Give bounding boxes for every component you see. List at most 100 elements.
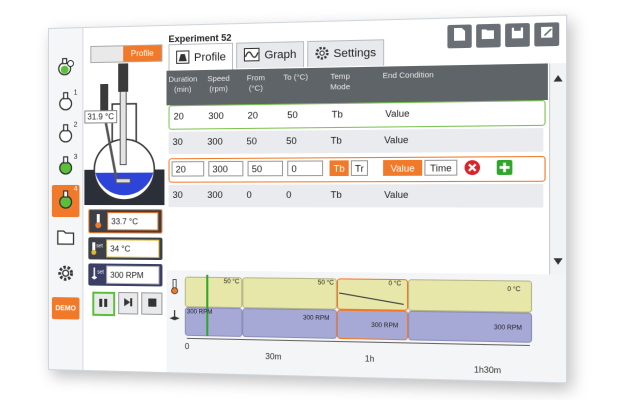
col-to: To (°C) bbox=[282, 72, 309, 83]
cell-temp-mode: Tb bbox=[332, 109, 343, 120]
profile-toggle[interactable]: Profile bbox=[90, 44, 162, 63]
add-step-button[interactable] bbox=[496, 159, 513, 180]
gear-icon bbox=[56, 263, 76, 288]
table-row[interactable]: 20 300 20 50 Tb Value bbox=[169, 100, 546, 130]
flasks-icon bbox=[56, 56, 76, 81]
profile-toggle-label: Profile bbox=[123, 45, 161, 61]
thermometer-set-icon: set bbox=[88, 237, 106, 259]
reactor-number: 4 bbox=[74, 186, 78, 193]
sidebar-item-reactor-2[interactable]: 2 bbox=[52, 121, 80, 149]
sidebar-item-reactor-3[interactable]: 3 bbox=[52, 153, 80, 181]
graph-wave-icon bbox=[244, 47, 261, 65]
cell-speed: 300 bbox=[208, 111, 223, 121]
stop-button[interactable] bbox=[142, 292, 163, 315]
sidebar-item-reactor-1[interactable]: 1 bbox=[52, 88, 80, 116]
cell-from: 0 bbox=[247, 190, 252, 200]
time-tick: 1h30m bbox=[474, 365, 501, 375]
duration-input[interactable]: 20 bbox=[172, 161, 205, 176]
sidebar-item-reactor-4[interactable]: 4 bbox=[52, 185, 80, 217]
reactor-panel: Profile 31.9 °C 33.7 °C set 34 °C set 30… bbox=[84, 26, 164, 372]
flask-filled-icon bbox=[57, 188, 75, 213]
sidebar-item-all-reactors[interactable] bbox=[52, 54, 80, 83]
to-input[interactable]: 0 bbox=[287, 160, 323, 176]
reactor-number: 1 bbox=[74, 90, 78, 97]
new-file-icon bbox=[453, 26, 466, 46]
temperature-reading: 33.7 °C bbox=[88, 209, 162, 234]
thermometer-icon bbox=[89, 210, 107, 232]
speed-segment-label: 300 RPM bbox=[303, 315, 330, 322]
cell-from: 50 bbox=[247, 136, 257, 146]
end-time-button[interactable]: Time bbox=[424, 160, 457, 176]
time-tick: 1h bbox=[365, 354, 375, 364]
cell-end-condition: Value bbox=[385, 108, 409, 119]
skip-step-button[interactable] bbox=[118, 292, 139, 315]
scroll-down-icon[interactable] bbox=[554, 251, 563, 270]
run-controls bbox=[92, 292, 162, 315]
speed-segment-label: 300 RPM bbox=[371, 323, 398, 330]
pause-button[interactable] bbox=[92, 292, 115, 317]
speed-input[interactable]: 300 bbox=[208, 161, 243, 177]
tab-bar: Profile Graph Settings bbox=[169, 39, 384, 70]
tab-settings[interactable]: Settings bbox=[307, 39, 384, 67]
set-speed-reading[interactable]: set 300 RPM bbox=[88, 263, 162, 286]
demo-badge[interactable]: DEMO bbox=[52, 297, 80, 320]
flask-icon bbox=[57, 90, 75, 115]
set-speed-value: 300 RPM bbox=[106, 266, 159, 285]
tab-graph-label: Graph bbox=[264, 49, 296, 62]
temp-segment-label: 50 °C bbox=[224, 279, 240, 285]
table-row[interactable]: 30 300 50 50 Tb Value bbox=[169, 128, 544, 154]
table-row[interactable]: 30 300 0 0 Tb Value bbox=[169, 184, 544, 208]
reactor-sidebar: 1 2 3 4 DEMO bbox=[49, 28, 83, 370]
speed-segment-label: 300 RPM bbox=[494, 325, 522, 332]
cell-duration: 20 bbox=[174, 111, 184, 121]
col-speed: Speed (rpm) bbox=[203, 74, 234, 95]
col-end-condition: End Condition bbox=[378, 70, 439, 82]
sidebar-item-settings[interactable] bbox=[52, 261, 80, 289]
set-speed-label: set bbox=[97, 269, 104, 275]
cell-end-condition: Value bbox=[384, 135, 408, 146]
temp-segment-label: 50 °C bbox=[318, 280, 334, 286]
cell-speed: 300 bbox=[207, 190, 222, 200]
temp-mode-tr-button[interactable]: Tr bbox=[351, 160, 368, 176]
profile-table: 20 300 20 50 Tb Value 30 300 50 50 Tb Va… bbox=[166, 100, 547, 272]
save-button[interactable] bbox=[505, 23, 530, 47]
gear-icon bbox=[314, 45, 329, 63]
col-from: From (°C) bbox=[242, 73, 269, 94]
table-header: Duration (min) Speed (rpm) From (°C) To … bbox=[166, 63, 547, 105]
cell-temp-mode: Tb bbox=[331, 135, 342, 146]
open-folder-icon bbox=[481, 26, 497, 46]
scroll-up-icon[interactable] bbox=[554, 67, 563, 87]
cell-speed: 300 bbox=[207, 136, 222, 146]
cell-to: 50 bbox=[286, 136, 297, 146]
close-circle-icon bbox=[464, 167, 481, 178]
table-row-editing[interactable]: 20 300 50 0 Tb Tr Value Time bbox=[169, 156, 546, 183]
file-toolbar bbox=[447, 22, 559, 48]
cell-duration: 30 bbox=[173, 190, 183, 200]
profile-icon bbox=[176, 49, 190, 67]
cell-to: 50 bbox=[287, 110, 298, 121]
set-temperature-reading[interactable]: set 34 °C bbox=[88, 237, 162, 260]
folder-icon bbox=[56, 228, 76, 251]
sidebar-item-files[interactable] bbox=[52, 225, 80, 253]
cell-to: 0 bbox=[286, 190, 291, 200]
profile-graph: 50 °C 50 °C 0 °C 0 °C 300 RPM 300 RPM 30… bbox=[166, 270, 566, 382]
reactor-flask-illustration bbox=[84, 63, 164, 205]
temp-mode-tb-button[interactable]: Tb bbox=[330, 160, 349, 176]
delete-step-button[interactable] bbox=[464, 160, 481, 178]
temp-segment-label: 0 °C bbox=[507, 287, 520, 294]
tab-graph[interactable]: Graph bbox=[236, 41, 303, 68]
col-temp-mode: Temp Mode bbox=[322, 71, 358, 93]
from-input[interactable]: 50 bbox=[248, 161, 283, 177]
col-duration: Duration (min) bbox=[169, 74, 198, 95]
speed-segment-label: 300 RPM bbox=[187, 309, 213, 316]
tab-profile[interactable]: Profile bbox=[169, 43, 234, 72]
app-window: 1 2 3 4 DEMO Profile 31.9 °C 33.7 °C set… bbox=[48, 15, 567, 384]
table-scrollbar[interactable] bbox=[549, 63, 566, 274]
end-value-button[interactable]: Value bbox=[383, 160, 422, 176]
plus-icon bbox=[496, 162, 513, 180]
open-folder-button[interactable] bbox=[476, 24, 500, 48]
new-file-button[interactable] bbox=[447, 24, 471, 48]
flask-icon bbox=[57, 122, 75, 147]
save-as-button[interactable] bbox=[534, 22, 559, 46]
stop-icon bbox=[147, 294, 157, 312]
